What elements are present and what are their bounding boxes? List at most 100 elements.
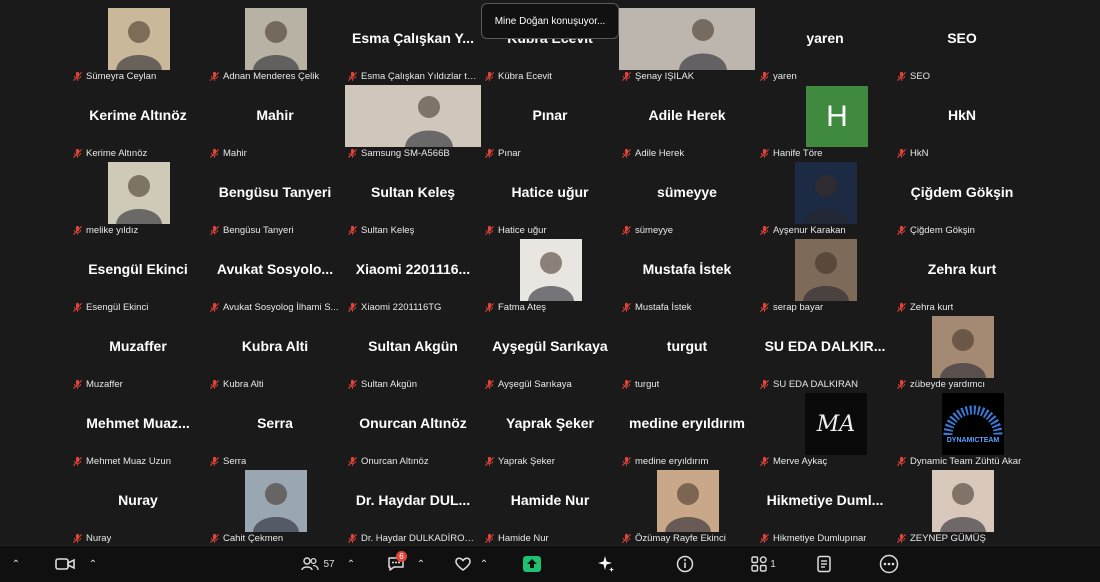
- participant-tile[interactable]: Mustafa İstek Mustafa İstek: [619, 239, 755, 315]
- participant-tile[interactable]: Hatice uğur Hatice uğur: [482, 162, 618, 238]
- participant-name-label: Mehmet Muaz Uzun: [86, 455, 172, 467]
- participant-name-label: melike yıldız: [86, 224, 139, 236]
- participant-display-name: Hamide Nur: [510, 492, 590, 508]
- ai-companion-button[interactable]: [594, 546, 618, 582]
- participant-tile[interactable]: HkN HkN: [894, 85, 1030, 161]
- participant-tile[interactable]: Hamide Nur Hamide Nur: [482, 470, 618, 546]
- participant-tile[interactable]: Kerime Altınöz Kerime Altınöz: [70, 85, 206, 161]
- participant-tile[interactable]: zübeyde yardımcı: [894, 316, 1030, 392]
- participant-tile[interactable]: Onurcan Altınöz Onurcan Altınöz: [345, 393, 481, 469]
- participant-tile[interactable]: Esengül Ekinci Esengül Ekinci: [70, 239, 206, 315]
- participants-options-chevron[interactable]: ⌃: [344, 546, 358, 582]
- participant-tile[interactable]: Kubra Alti Kubra Alti: [207, 316, 343, 392]
- participant-tile[interactable]: SEO SEO: [894, 8, 1030, 84]
- participant-tile[interactable]: sümeyye sümeyye: [619, 162, 755, 238]
- participants-icon: [301, 557, 320, 571]
- participant-tile[interactable]: Avukat Sosyolo... Avukat Sosyolog İlhami …: [207, 239, 343, 315]
- participant-tile[interactable]: Hikmetiye Duml... Hikmetiye Dumlupınar: [757, 470, 893, 546]
- participant-tile[interactable]: melike yıldız: [70, 162, 206, 238]
- reactions-button[interactable]: [451, 546, 475, 582]
- participant-tile[interactable]: Sultan Akgün Sultan Akgün: [345, 316, 481, 392]
- participant-caption: Onurcan Altınöz: [347, 454, 479, 468]
- chat-options-chevron[interactable]: ⌃: [414, 546, 428, 582]
- participant-tile[interactable]: Ayşegül Sarıkaya Ayşegül Sarıkaya: [482, 316, 618, 392]
- muted-mic-icon: [759, 302, 770, 312]
- participant-tile[interactable]: Dr. Haydar DUL... Dr. Haydar DULKADİROĞ..…: [345, 470, 481, 546]
- participant-tile[interactable]: Muzaffer Muzaffer: [70, 316, 206, 392]
- participant-caption: Adile Herek: [621, 146, 753, 160]
- participant-video: [245, 8, 307, 70]
- share-screen-button[interactable]: [520, 546, 544, 582]
- video-camera-icon[interactable]: [52, 546, 78, 582]
- muted-mic-icon: [621, 302, 632, 312]
- muted-mic-icon: [72, 379, 83, 389]
- video-options-chevron[interactable]: ⌃: [84, 546, 102, 582]
- participant-tile[interactable]: Mahir Mahir: [207, 85, 343, 161]
- participant-tile[interactable]: Samsung SM-A566B: [345, 85, 481, 161]
- participant-video: [657, 470, 719, 532]
- participant-tile[interactable]: serap bayar: [757, 239, 893, 315]
- chat-button[interactable]: 6: [384, 546, 408, 582]
- participant-tile[interactable]: Özümay Rayfe Ekinci: [619, 470, 755, 546]
- participant-tile[interactable]: Bengüsu Tanyeri Bengüsu Tanyeri: [207, 162, 343, 238]
- participant-caption: turgut: [621, 377, 753, 391]
- participant-tile[interactable]: medine eryıldırım medine eryıldırım: [619, 393, 755, 469]
- reactions-options-chevron[interactable]: ⌃: [477, 546, 491, 582]
- participant-caption: Hikmetiye Dumlupınar: [759, 531, 891, 545]
- participant-caption: Dynamic Team Zühtü Akar: [896, 454, 1028, 468]
- participant-tile[interactable]: Yaprak Şeker Yaprak Şeker: [482, 393, 618, 469]
- participant-name-label: sümeyye: [635, 224, 674, 236]
- participant-name-label: Mustafa İstek: [635, 301, 692, 313]
- participant-tile[interactable]: Çiğdem Gökşin Çiğdem Gökşin: [894, 162, 1030, 238]
- participant-caption: Ayşegül Sarıkaya: [484, 377, 616, 391]
- participant-tile[interactable]: Fatma Ateş: [482, 239, 618, 315]
- participant-name-label: Çiğdem Gökşin: [910, 224, 975, 236]
- participant-tile[interactable]: Zehra kurt Zehra kurt: [894, 239, 1030, 315]
- participant-display-name: Avukat Sosyolo...: [216, 261, 334, 277]
- dynamic-team-logo-icon: [943, 405, 1003, 436]
- participant-tile[interactable]: Sümeyra Ceylan: [70, 8, 206, 84]
- participant-tile[interactable]: DYNAMICTEAM Dynamic Team Zühtü Akar: [894, 393, 1030, 469]
- muted-mic-icon: [484, 379, 495, 389]
- participant-name-label: Cahit Çekmen: [223, 532, 284, 544]
- participant-tile[interactable]: Nuray Nuray: [70, 470, 206, 546]
- participant-caption: Mustafa İstek: [621, 300, 753, 314]
- participant-tile[interactable]: Adnan Menderes Çelik: [207, 8, 343, 84]
- participant-tile[interactable]: Esma Çalışkan Y... Esma Çalışkan Yıldızla…: [345, 8, 481, 84]
- participant-tile[interactable]: Adile Herek Adile Herek: [619, 85, 755, 161]
- muted-mic-icon: [896, 302, 907, 312]
- participant-display-name: Mustafa İstek: [642, 261, 732, 277]
- muted-mic-icon: [896, 225, 907, 235]
- participant-tile[interactable]: MA Merve Aykaç: [757, 393, 893, 469]
- participant-tile[interactable]: Şenay IŞILAK: [619, 8, 755, 84]
- participant-caption: Cahit Çekmen: [209, 531, 341, 545]
- participant-tile[interactable]: Xiaomi 2201116... Xiaomi 2201116TG: [345, 239, 481, 315]
- participants-button[interactable]: 57: [298, 546, 338, 582]
- notes-button[interactable]: [812, 546, 836, 582]
- participant-tile[interactable]: H Hanife Töre: [757, 85, 893, 161]
- participant-caption: SU EDA DALKIRAN: [759, 377, 891, 391]
- participant-tile[interactable]: Serra Serra: [207, 393, 343, 469]
- participant-tile[interactable]: turgut turgut: [619, 316, 755, 392]
- audio-options-chevron[interactable]: ⌃: [6, 546, 26, 582]
- participant-tile[interactable]: Sultan Keleş Sultan Keleş: [345, 162, 481, 238]
- participant-tile[interactable]: ZEYNEP GÜMÜŞ: [894, 470, 1030, 546]
- participant-name-label: Özümay Rayfe Ekinci: [635, 532, 726, 544]
- muted-mic-icon: [621, 533, 632, 543]
- participant-caption: Hanife Töre: [759, 146, 891, 160]
- participant-tile[interactable]: yaren yaren: [757, 8, 893, 84]
- participant-tile[interactable]: Pınar Pınar: [482, 85, 618, 161]
- participant-tile[interactable]: SU EDA DALKIR... SU EDA DALKIRAN: [757, 316, 893, 392]
- speaking-tooltip: Mine Doğan konuşuyor...: [481, 3, 619, 39]
- participant-tile[interactable]: Mehmet Muaz... Mehmet Muaz Uzun: [70, 393, 206, 469]
- participant-name-label: Yaprak Şeker: [498, 455, 555, 467]
- participant-tile[interactable]: Ayşenur Karakan: [757, 162, 893, 238]
- participant-display-name: Yaprak Şeker: [506, 415, 594, 431]
- apps-button[interactable]: 1: [746, 546, 780, 582]
- more-button[interactable]: [877, 546, 901, 582]
- participant-tile[interactable]: Cahit Çekmen: [207, 470, 343, 546]
- muted-mic-icon: [484, 148, 495, 158]
- participant-display-name: SEO: [947, 30, 977, 46]
- info-button[interactable]: [673, 546, 697, 582]
- muted-mic-icon: [759, 379, 770, 389]
